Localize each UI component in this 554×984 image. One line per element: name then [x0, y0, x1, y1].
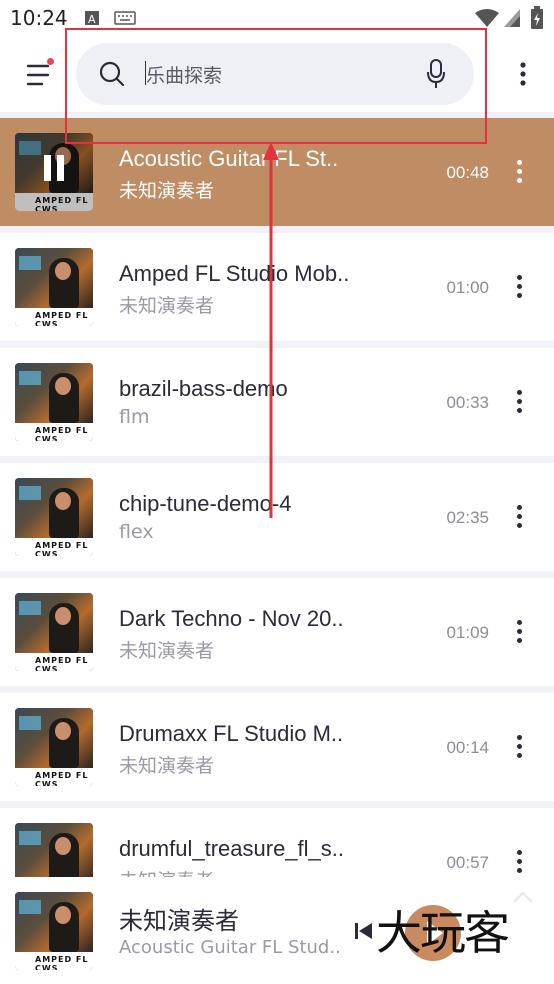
track-row[interactable]: AMPED FL CWS chip-tune-demo-4 flex 02:35 [0, 463, 554, 571]
track-title: drumful_treasure_fl_s.. [119, 836, 344, 861]
track-more-vertical-icon[interactable] [516, 850, 524, 874]
track-duration: 01:09 [446, 623, 489, 642]
track-duration: 02:35 [446, 508, 489, 527]
track-title: chip-tune-demo-4 [119, 491, 292, 516]
album-art: AMPED FL CWS [15, 363, 93, 441]
album-art: AMPED FL CWS [15, 478, 93, 556]
track-duration: 00:33 [446, 393, 489, 412]
album-art-text: AMPED FL CWS [35, 311, 89, 326]
wifi-icon [475, 9, 499, 27]
track-duration: 00:48 [446, 163, 489, 182]
album-art-text: AMPED FL CWS [35, 656, 89, 671]
keyboard-icon [114, 11, 136, 25]
signal-icon [504, 9, 520, 27]
track-title: brazil-bass-demo [119, 376, 288, 401]
album-art: AMPED FL CWS [15, 133, 93, 211]
battery-charging-icon [531, 6, 543, 29]
now-playing-subtitle: Acoustic Guitar FL Stud.. [119, 937, 341, 958]
track-title: Dark Techno - Nov 20.. [119, 606, 344, 631]
track-more-vertical-icon[interactable] [516, 505, 524, 529]
search-bar[interactable]: 乐曲探索 [76, 43, 474, 105]
status-time: 10:24 [10, 6, 68, 30]
track-artist: flm [119, 406, 150, 428]
microphone-icon[interactable] [426, 58, 446, 90]
now-playing-bar[interactable]: AMPED FL CWS 未知演奏者 Acoustic Guitar FL St… [0, 877, 554, 984]
track-artist: 未知演奏者 [119, 180, 215, 202]
track-duration: 01:00 [446, 278, 489, 297]
chevron-up-icon[interactable] [512, 890, 534, 904]
watermark-text: 大玩客 [376, 906, 510, 960]
album-art-text: AMPED FL CWS [35, 426, 89, 441]
status-bar: 10:24 A [0, 0, 554, 36]
album-art-text: AMPED FL CWS [35, 541, 89, 556]
track-artist: flex [119, 521, 154, 543]
menu-button[interactable] [22, 58, 56, 92]
search-icon [99, 61, 125, 87]
track-row[interactable]: AMPED FL CWS Acoustic Guitar FL St.. 未知演… [0, 118, 554, 226]
pause-icon[interactable] [41, 155, 67, 185]
track-title: Acoustic Guitar FL St.. [119, 146, 339, 171]
now-playing-album-art: AMPED FL CWS [15, 892, 93, 970]
track-more-vertical-icon[interactable] [516, 620, 524, 644]
track-row[interactable]: AMPED FL CWS Amped FL Studio Mob.. 未知演奏者… [0, 233, 554, 341]
now-playing-title: 未知演奏者 [119, 907, 239, 935]
track-artist: 未知演奏者 [119, 295, 215, 317]
track-title: Drumaxx FL Studio M.. [119, 721, 344, 746]
svg-text:A: A [88, 13, 96, 26]
track-title: Amped FL Studio Mob.. [119, 261, 350, 286]
track-duration: 00:57 [446, 853, 489, 872]
track-more-vertical-icon[interactable] [516, 390, 524, 414]
album-art-text: AMPED FL CWS [35, 955, 89, 970]
track-row[interactable]: AMPED FL CWS Dark Techno - Nov 20.. 未知演奏… [0, 578, 554, 686]
more-vertical-icon[interactable] [518, 62, 528, 86]
album-art: AMPED FL CWS [15, 708, 93, 786]
album-art: AMPED FL CWS [15, 593, 93, 671]
track-artist: 未知演奏者 [119, 640, 215, 662]
app-header: 乐曲探索 [0, 36, 554, 112]
notification-dot [47, 58, 54, 65]
track-artist: 未知演奏者 [119, 755, 215, 777]
notification-a-icon: A [85, 11, 99, 26]
track-row[interactable]: AMPED FL CWS brazil-bass-demo flm 00:33 [0, 348, 554, 456]
album-art: AMPED FL CWS [15, 248, 93, 326]
track-more-vertical-icon[interactable] [516, 275, 524, 299]
track-duration: 00:14 [446, 738, 489, 757]
album-art-text: AMPED FL CWS [35, 771, 89, 786]
track-more-vertical-icon[interactable] [516, 735, 524, 759]
search-input[interactable]: 乐曲探索 [146, 61, 222, 88]
track-more-vertical-icon[interactable] [516, 160, 524, 184]
previous-track-icon[interactable] [354, 921, 374, 941]
track-row[interactable]: AMPED FL CWS Drumaxx FL Studio M.. 未知演奏者… [0, 693, 554, 801]
